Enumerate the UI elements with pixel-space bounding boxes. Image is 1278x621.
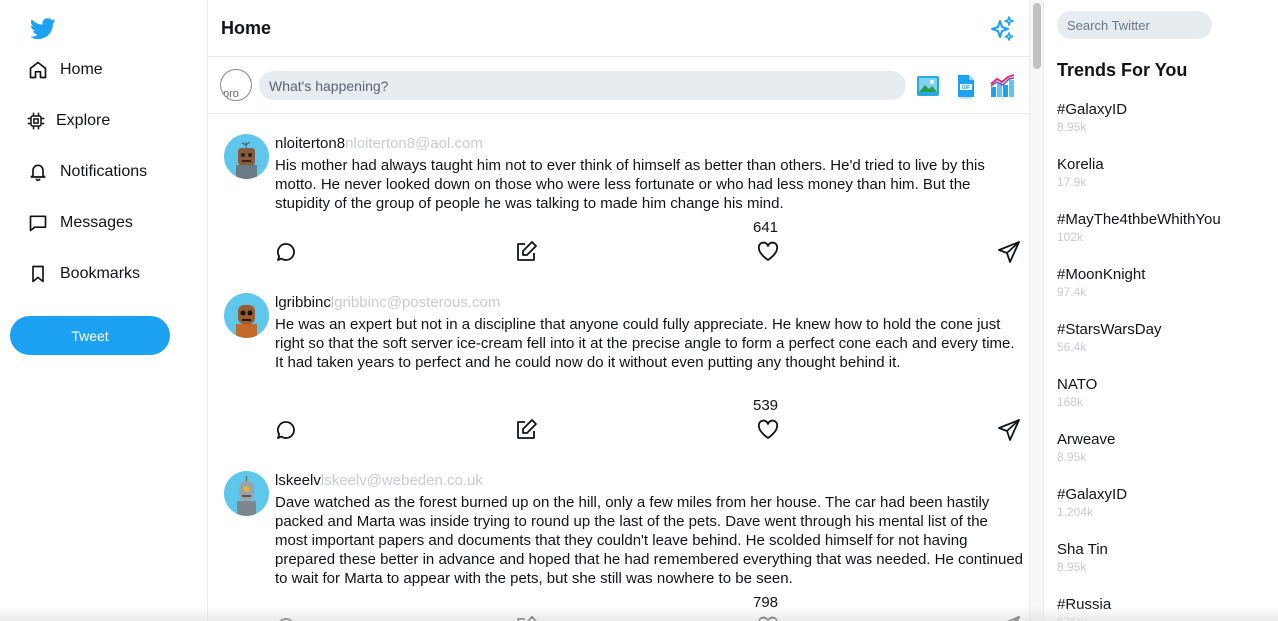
- tweet-composer: pro GIF: [208, 57, 1029, 114]
- search-input[interactable]: [1057, 11, 1212, 39]
- username[interactable]: nloiterton8: [275, 135, 345, 152]
- trend-name: #GalaxyID: [1057, 486, 1128, 503]
- main-header: Home: [208, 0, 1029, 57]
- trend-count: 56.4k: [1057, 340, 1087, 354]
- right-sidebar: Trends For You #GalaxyID 8.95k Korelia 17.…: [1045, 0, 1278, 621]
- trend-item[interactable]: #GalaxyID 8.95k: [1057, 101, 1272, 134]
- trend-count: 102k: [1057, 230, 1084, 244]
- poll-chart-icon[interactable]: [989, 73, 1015, 99]
- user-email: nloiterton8@aol.com: [345, 135, 483, 152]
- trend-item[interactable]: Arweave 8.95k: [1057, 431, 1272, 464]
- nav-item-bookmarks[interactable]: Bookmarks: [26, 259, 140, 289]
- trend-name: Arweave: [1057, 431, 1116, 448]
- reply-icon[interactable]: [274, 240, 298, 264]
- whats-happening-input[interactable]: [259, 71, 906, 100]
- reply-icon[interactable]: [274, 418, 298, 442]
- tweet-author: nloiterton8nloiterton8@aol.com: [275, 135, 483, 152]
- gif-upload-icon[interactable]: GIF: [953, 73, 979, 99]
- tweet-text: He was an expert but not in a discipline…: [275, 316, 1015, 371]
- trend-count: 571k: [1057, 615, 1272, 621]
- trend-name: #MayThe4thbeWhithYou: [1057, 211, 1221, 228]
- nav-item-explore[interactable]: Explore: [24, 106, 110, 136]
- bell-icon: [26, 160, 50, 184]
- trend-name: Sha Tin: [1057, 541, 1108, 558]
- trend-count: 1.204k: [1057, 505, 1094, 519]
- trend-count: 8.95k: [1057, 120, 1087, 134]
- trend-name: #StarsWarsDay: [1057, 321, 1162, 338]
- edit-icon[interactable]: [514, 240, 538, 264]
- trend-count: 168k: [1057, 395, 1084, 409]
- nav-item-home[interactable]: Home: [26, 55, 103, 85]
- composer-avatar: pro: [220, 69, 252, 101]
- heart-icon[interactable]: [756, 240, 780, 264]
- tweet-text: Dave watched as the forest burned up on …: [275, 494, 1024, 587]
- home-icon: [26, 58, 50, 82]
- avatar[interactable]: [224, 134, 269, 179]
- user-email: lskeelv@webeden.co.uk: [320, 472, 483, 489]
- send-icon[interactable]: [997, 418, 1021, 442]
- scrollbar-thumb[interactable]: [1033, 3, 1041, 69]
- like-count: 539: [753, 397, 779, 414]
- like-count: 641: [753, 219, 779, 236]
- edit-icon[interactable]: [514, 418, 538, 442]
- tweet-feed: nloiterton8nloiterton8@aol.com His mothe…: [208, 114, 1029, 621]
- message-icon: [26, 211, 50, 235]
- user-email: lgribbinc@posterous.com: [330, 294, 501, 311]
- nav-label-explore: Explore: [56, 112, 111, 129]
- trend-item[interactable]: #MoonKnight 97.4k: [1057, 266, 1272, 299]
- trend-item[interactable]: #StarsWarsDay 56.4k: [1057, 321, 1272, 354]
- nav-item-notifications[interactable]: Notifications: [26, 157, 147, 187]
- trends-title: Trends For You: [1057, 60, 1188, 80]
- reply-icon[interactable]: [274, 615, 298, 621]
- main-column: Home pro GIF: [207, 0, 1030, 621]
- trend-name: #Russia: [1057, 596, 1112, 613]
- trend-item[interactable]: NATO 168k: [1057, 376, 1272, 409]
- trend-item[interactable]: Korelia 17.9k: [1057, 156, 1272, 189]
- username[interactable]: lskeelv: [275, 472, 321, 489]
- page-title: Home: [221, 18, 272, 38]
- twitter-logo-icon[interactable]: [30, 17, 56, 41]
- trend-item[interactable]: #MayThe4thbeWhithYou 102k: [1057, 211, 1272, 244]
- trend-count: 97.4k: [1057, 285, 1087, 299]
- trend-count: 8.95k: [1057, 560, 1087, 574]
- trend-count: 8.95k: [1057, 450, 1087, 464]
- nav-label-bookmarks: Bookmarks: [60, 265, 141, 282]
- username[interactable]: lgribbinc: [275, 294, 331, 311]
- send-icon[interactable]: [997, 615, 1021, 621]
- nav-label-home: Home: [60, 61, 103, 78]
- edit-icon[interactable]: [514, 615, 538, 621]
- svg-text:GIF: GIF: [962, 85, 970, 91]
- trend-name: Korelia: [1057, 156, 1104, 173]
- trend-name: #MoonKnight: [1057, 266, 1146, 283]
- nav-label-notifications: Notifications: [60, 163, 148, 180]
- sparkle-icon[interactable]: [989, 16, 1015, 42]
- tweet-author: lskeelvlskeelv@webeden.co.uk: [275, 472, 483, 489]
- nav-item-messages[interactable]: Messages: [26, 208, 133, 238]
- avatar-alt-text: pro: [223, 88, 239, 100]
- nav-label-messages: Messages: [60, 214, 133, 231]
- tweet-text: His mother had always taught him not to …: [275, 157, 985, 212]
- bookmark-icon: [26, 262, 50, 286]
- tweet-author: lgribbinclgribbinc@posterous.com: [275, 294, 500, 311]
- feed-scrollbar[interactable]: [1030, 0, 1044, 621]
- image-upload-icon[interactable]: [915, 73, 941, 99]
- like-count: 798: [753, 594, 779, 611]
- avatar[interactable]: [224, 293, 269, 338]
- trend-item[interactable]: #Russia 571k: [1057, 596, 1272, 621]
- avatar[interactable]: [224, 471, 269, 516]
- explore-icon: [24, 109, 48, 133]
- trend-count: 17.9k: [1057, 175, 1087, 189]
- trend-name: NATO: [1057, 376, 1098, 393]
- heart-icon[interactable]: [756, 418, 780, 442]
- trend-item[interactable]: Sha Tin 8.95k: [1057, 541, 1272, 574]
- left-sidebar: Home Explore Notifications Messages Book…: [0, 0, 208, 621]
- trend-item[interactable]: #GalaxyID 1.204k: [1057, 486, 1272, 519]
- send-icon[interactable]: [997, 240, 1021, 264]
- trend-name: #GalaxyID: [1057, 101, 1128, 118]
- tweet-button[interactable]: Tweet: [10, 316, 170, 355]
- heart-icon[interactable]: [756, 615, 780, 621]
